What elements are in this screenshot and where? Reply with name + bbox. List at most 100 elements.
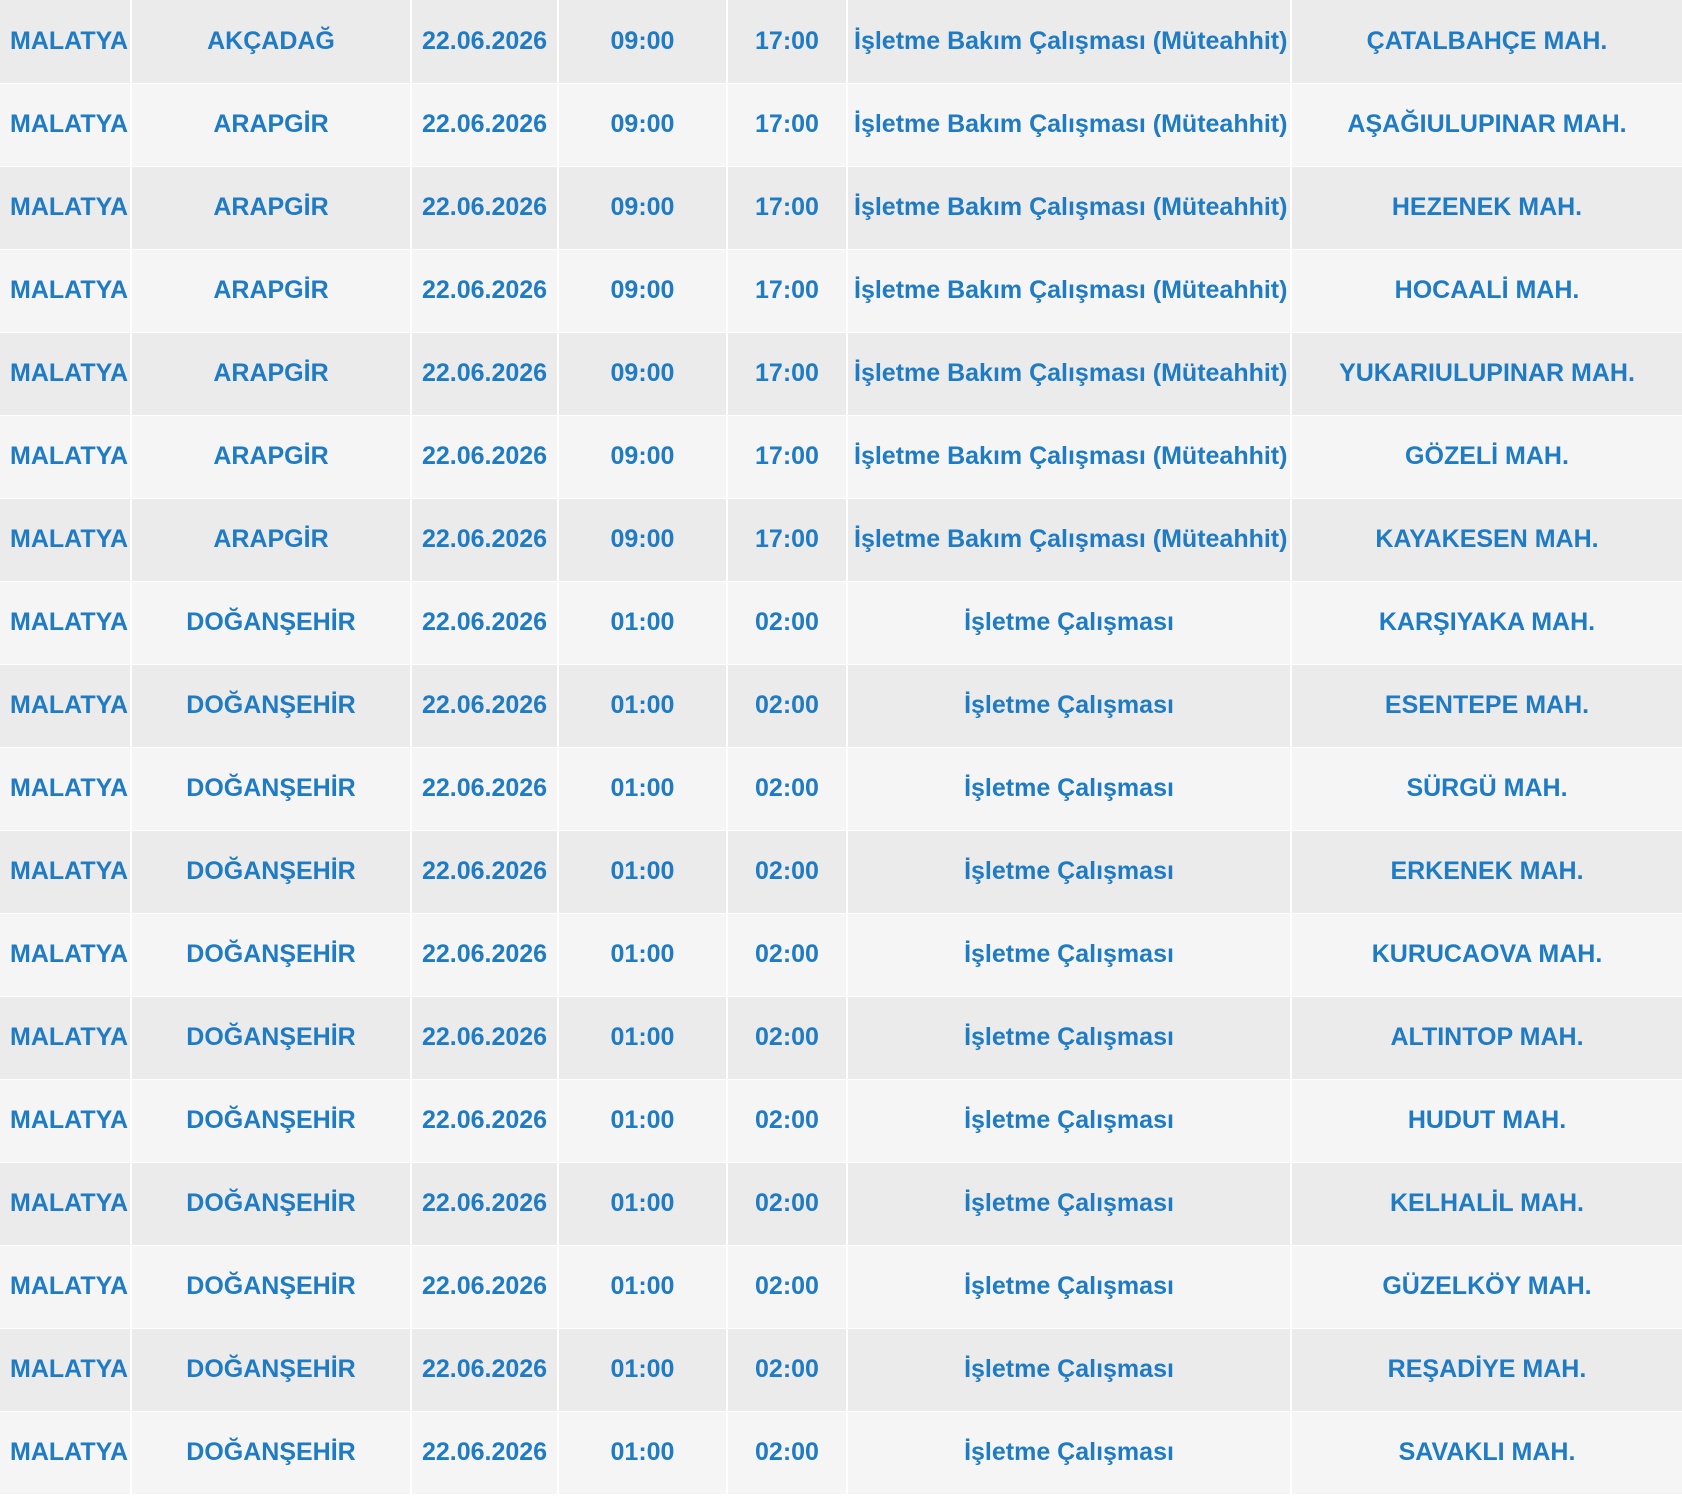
- end-time-cell: 17:00: [727, 498, 848, 582]
- end-time-cell: 02:00: [727, 581, 848, 665]
- neighborhood-cell: KELHALİL MAH.: [1291, 1162, 1682, 1246]
- date-cell: 22.06.2026: [411, 415, 559, 499]
- date-cell: 22.06.2026: [411, 249, 559, 333]
- neighborhood-cell: HEZENEK MAH.: [1291, 166, 1682, 250]
- end-time-cell: 02:00: [727, 1079, 848, 1163]
- start-time-cell: 01:00: [558, 1245, 728, 1329]
- table-row: MALATYA DOĞANŞEHİR 22.06.2026 01:00 02:0…: [0, 830, 1682, 914]
- date-cell: 22.06.2026: [411, 1411, 559, 1495]
- district-cell: DOĞANŞEHİR: [131, 1245, 412, 1329]
- start-time-cell: 09:00: [558, 83, 728, 167]
- city-cell: MALATYA: [0, 913, 132, 997]
- end-time-cell: 02:00: [727, 1162, 848, 1246]
- city-cell: MALATYA: [0, 1162, 132, 1246]
- reason-cell: İşletme Bakım Çalışması (Müteahhit): [847, 415, 1292, 499]
- district-cell: DOĞANŞEHİR: [131, 1079, 412, 1163]
- city-cell: MALATYA: [0, 0, 132, 84]
- reason-cell: İşletme Çalışması: [847, 996, 1292, 1080]
- table-row: MALATYA ARAPGİR 22.06.2026 09:00 17:00 İ…: [0, 332, 1682, 416]
- date-cell: 22.06.2026: [411, 996, 559, 1080]
- end-time-cell: 02:00: [727, 996, 848, 1080]
- start-time-cell: 09:00: [558, 498, 728, 582]
- reason-cell: İşletme Bakım Çalışması (Müteahhit): [847, 249, 1292, 333]
- city-cell: MALATYA: [0, 166, 132, 250]
- start-time-cell: 01:00: [558, 1411, 728, 1495]
- end-time-cell: 17:00: [727, 166, 848, 250]
- date-cell: 22.06.2026: [411, 1245, 559, 1329]
- end-time-cell: 17:00: [727, 415, 848, 499]
- city-cell: MALATYA: [0, 581, 132, 665]
- end-time-cell: 17:00: [727, 249, 848, 333]
- reason-cell: İşletme Çalışması: [847, 1245, 1292, 1329]
- district-cell: ARAPGİR: [131, 166, 412, 250]
- district-cell: ARAPGİR: [131, 249, 412, 333]
- district-cell: AKÇADAĞ: [131, 0, 412, 84]
- district-cell: ARAPGİR: [131, 498, 412, 582]
- city-cell: MALATYA: [0, 83, 132, 167]
- neighborhood-cell: HOCAALİ MAH.: [1291, 249, 1682, 333]
- city-cell: MALATYA: [0, 1079, 132, 1163]
- reason-cell: İşletme Çalışması: [847, 1079, 1292, 1163]
- end-time-cell: 17:00: [727, 0, 848, 84]
- neighborhood-cell: ESENTEPE MAH.: [1291, 664, 1682, 748]
- start-time-cell: 01:00: [558, 1328, 728, 1412]
- district-cell: ARAPGİR: [131, 332, 412, 416]
- neighborhood-cell: HUDUT MAH.: [1291, 1079, 1682, 1163]
- date-cell: 22.06.2026: [411, 0, 559, 84]
- neighborhood-cell: KURUCAOVA MAH.: [1291, 913, 1682, 997]
- table-row: MALATYA ARAPGİR 22.06.2026 09:00 17:00 İ…: [0, 498, 1682, 582]
- start-time-cell: 01:00: [558, 664, 728, 748]
- date-cell: 22.06.2026: [411, 332, 559, 416]
- district-cell: DOĞANŞEHİR: [131, 913, 412, 997]
- city-cell: MALATYA: [0, 498, 132, 582]
- district-cell: ARAPGİR: [131, 83, 412, 167]
- reason-cell: İşletme Çalışması: [847, 913, 1292, 997]
- city-cell: MALATYA: [0, 1245, 132, 1329]
- reason-cell: İşletme Bakım Çalışması (Müteahhit): [847, 166, 1292, 250]
- table-row: MALATYA DOĞANŞEHİR 22.06.2026 01:00 02:0…: [0, 747, 1682, 831]
- date-cell: 22.06.2026: [411, 83, 559, 167]
- outage-table-body: MALATYA AKÇADAĞ 22.06.2026 09:00 17:00 İ…: [0, 0, 1682, 1495]
- neighborhood-cell: SAVAKLI MAH.: [1291, 1411, 1682, 1495]
- city-cell: MALATYA: [0, 1328, 132, 1412]
- start-time-cell: 01:00: [558, 1162, 728, 1246]
- table-row: MALATYA DOĞANŞEHİR 22.06.2026 01:00 02:0…: [0, 913, 1682, 997]
- table-row: MALATYA DOĞANŞEHİR 22.06.2026 01:00 02:0…: [0, 581, 1682, 665]
- reason-cell: İşletme Çalışması: [847, 581, 1292, 665]
- date-cell: 22.06.2026: [411, 166, 559, 250]
- reason-cell: İşletme Çalışması: [847, 830, 1292, 914]
- end-time-cell: 02:00: [727, 747, 848, 831]
- neighborhood-cell: KAYAKESEN MAH.: [1291, 498, 1682, 582]
- reason-cell: İşletme Bakım Çalışması (Müteahhit): [847, 498, 1292, 582]
- district-cell: DOĞANŞEHİR: [131, 830, 412, 914]
- district-cell: DOĞANŞEHİR: [131, 747, 412, 831]
- reason-cell: İşletme Bakım Çalışması (Müteahhit): [847, 0, 1292, 84]
- district-cell: ARAPGİR: [131, 415, 412, 499]
- date-cell: 22.06.2026: [411, 830, 559, 914]
- date-cell: 22.06.2026: [411, 581, 559, 665]
- district-cell: DOĞANŞEHİR: [131, 1328, 412, 1412]
- neighborhood-cell: ÇATALBAHÇE MAH.: [1291, 0, 1682, 84]
- reason-cell: İşletme Çalışması: [847, 664, 1292, 748]
- neighborhood-cell: GÜZELKÖY MAH.: [1291, 1245, 1682, 1329]
- start-time-cell: 01:00: [558, 1079, 728, 1163]
- table-row: MALATYA ARAPGİR 22.06.2026 09:00 17:00 İ…: [0, 415, 1682, 499]
- district-cell: DOĞANŞEHİR: [131, 1411, 412, 1495]
- reason-cell: İşletme Bakım Çalışması (Müteahhit): [847, 332, 1292, 416]
- reason-cell: İşletme Çalışması: [847, 747, 1292, 831]
- table-row: MALATYA DOĞANŞEHİR 22.06.2026 01:00 02:0…: [0, 1162, 1682, 1246]
- date-cell: 22.06.2026: [411, 747, 559, 831]
- end-time-cell: 17:00: [727, 332, 848, 416]
- end-time-cell: 02:00: [727, 1245, 848, 1329]
- start-time-cell: 01:00: [558, 581, 728, 665]
- start-time-cell: 09:00: [558, 166, 728, 250]
- table-row: MALATYA ARAPGİR 22.06.2026 09:00 17:00 İ…: [0, 83, 1682, 167]
- end-time-cell: 02:00: [727, 664, 848, 748]
- date-cell: 22.06.2026: [411, 664, 559, 748]
- table-row: MALATYA AKÇADAĞ 22.06.2026 09:00 17:00 İ…: [0, 0, 1682, 84]
- city-cell: MALATYA: [0, 664, 132, 748]
- end-time-cell: 17:00: [727, 83, 848, 167]
- date-cell: 22.06.2026: [411, 913, 559, 997]
- end-time-cell: 02:00: [727, 830, 848, 914]
- date-cell: 22.06.2026: [411, 1079, 559, 1163]
